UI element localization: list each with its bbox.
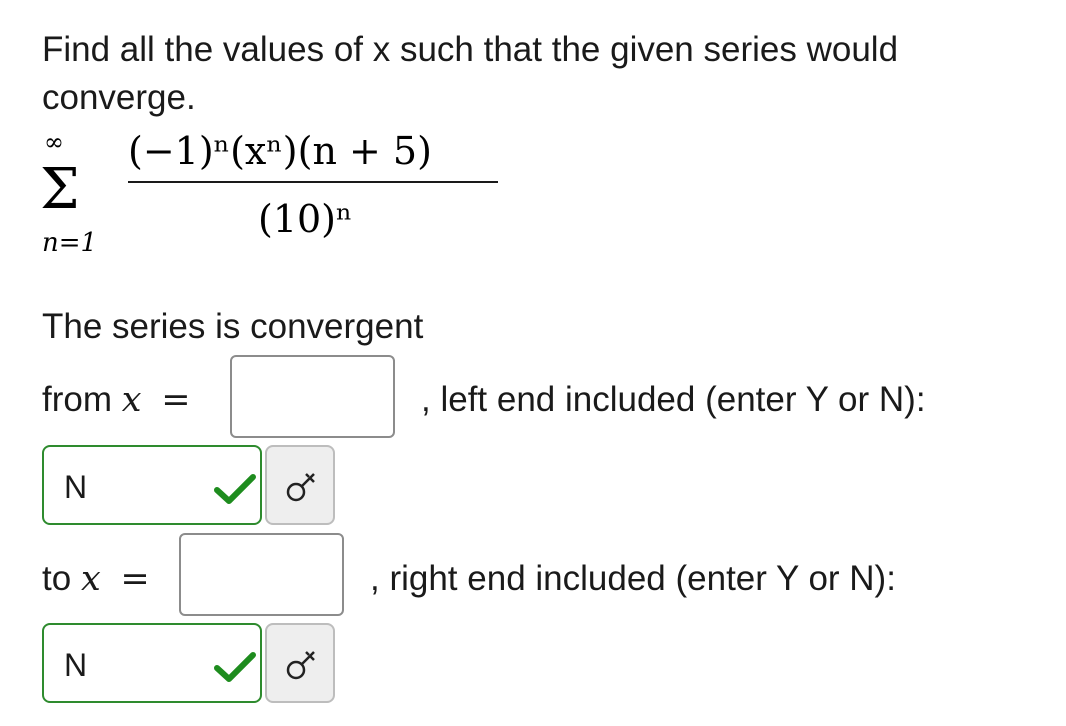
left-end-input[interactable]: N <box>42 445 262 525</box>
from-label: from x = <box>42 378 191 422</box>
fraction-denominator: (10)ⁿ <box>258 197 352 241</box>
equals-sign: = <box>120 559 150 599</box>
from-value-input[interactable] <box>230 355 395 438</box>
convergent-label: The series is convergent <box>42 307 424 346</box>
sigma-symbol: Σ <box>40 157 80 222</box>
answer-key-button[interactable] <box>265 445 335 525</box>
to-label: to x = <box>42 557 150 601</box>
to-value-input[interactable] <box>179 533 344 616</box>
variable-x: x <box>80 559 101 599</box>
key-icon <box>286 473 315 502</box>
left-end-label: , left end included (enter Y or N): <box>421 380 926 419</box>
sum-upper-limit: ∞ <box>44 128 64 156</box>
right-end-label: , right end included (enter Y or N): <box>370 559 896 598</box>
right-end-input[interactable]: N <box>42 623 262 703</box>
answer-key-button[interactable] <box>265 623 335 703</box>
key-icon <box>286 651 315 680</box>
equals-sign: = <box>161 380 191 420</box>
series-formula: ∞ Σ n=1 (−1)ⁿ(xⁿ)(n + 5) (10)ⁿ <box>40 128 498 258</box>
variable-x: x <box>121 380 142 420</box>
sum-lower-limit: n=1 <box>42 228 97 258</box>
to-prefix: to <box>42 559 72 598</box>
question-text: Find all the values of x such that the g… <box>42 30 899 117</box>
left-end-value: N <box>64 469 88 505</box>
check-icon <box>214 474 256 504</box>
fraction-numerator: (−1)ⁿ(xⁿ)(n + 5) <box>128 129 432 173</box>
check-icon <box>214 652 256 682</box>
right-end-value: N <box>64 647 88 683</box>
from-prefix: from <box>42 380 112 419</box>
